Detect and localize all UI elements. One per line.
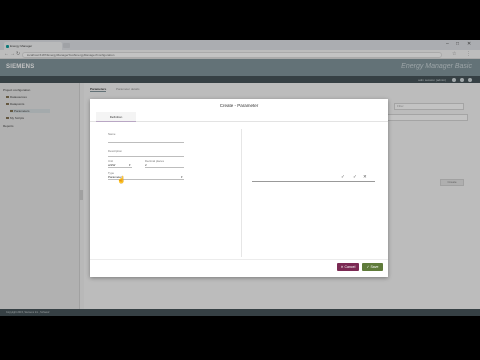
tab-definition[interactable]: Definition	[96, 112, 136, 122]
mouse-cursor-icon: ☝	[117, 177, 126, 184]
description-label: Description	[108, 149, 122, 153]
close-icon: ✕	[340, 265, 344, 269]
dialog-tab-bar: Definition	[90, 112, 388, 122]
save-button[interactable]: ✓ Save	[362, 263, 383, 271]
modal-overlay: Create - Parameter Definition Name Descr…	[0, 40, 480, 316]
name-label: Name	[108, 132, 116, 136]
close-icon[interactable]: ✕	[363, 174, 367, 180]
check-icon[interactable]: ✓	[353, 174, 357, 180]
description-input[interactable]	[108, 156, 184, 157]
dialog-title: Create - Parameter	[219, 103, 259, 108]
decimal-places-label: Decimal places	[145, 159, 164, 163]
screen-frame: Energy Manager – □ ✕ ← → ↻ localhost:618…	[0, 40, 480, 316]
unit-underline	[108, 167, 132, 168]
check-icon[interactable]: ✓	[341, 174, 345, 180]
cancel-button[interactable]: ✕ Cancel	[337, 263, 359, 271]
dialog-footer: ✕ Cancel ✓ Save	[90, 259, 388, 277]
decimal-underline	[145, 167, 184, 168]
pane-divider	[241, 129, 242, 257]
letterbox-bottom	[0, 316, 480, 360]
expression-input[interactable]	[252, 181, 375, 182]
name-underline	[108, 142, 184, 143]
definition-form: Name Description Unit w/kW ▾ Decimal pla…	[98, 129, 238, 257]
create-parameter-dialog: Create - Parameter Definition Name Descr…	[90, 99, 388, 277]
